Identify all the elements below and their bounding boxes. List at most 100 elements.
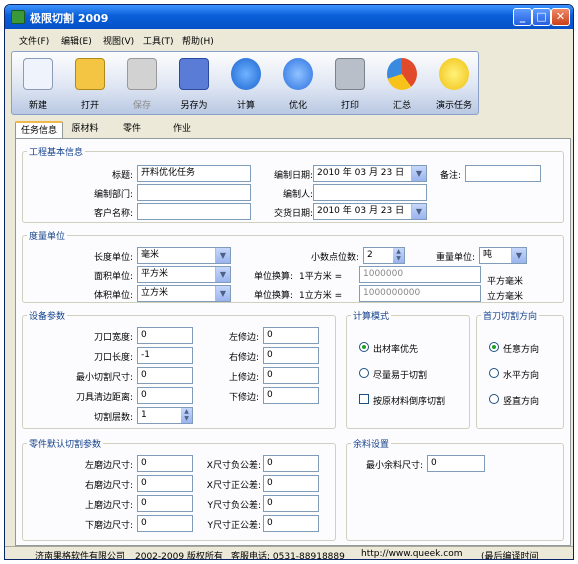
spin-arrows-icon: ▲ ▼ bbox=[181, 408, 192, 423]
volume-unit-select[interactable]: 立方米 ▼ bbox=[137, 285, 231, 302]
area-conversion-field: 1000000 bbox=[359, 266, 481, 283]
date-picker[interactable]: 2010 年 03 月 23 日 ▼ bbox=[313, 165, 427, 182]
save-as-button[interactable]: 另存为 bbox=[170, 56, 218, 114]
area-unit-select[interactable]: 平方米 ▼ bbox=[137, 266, 231, 283]
chevron-down-icon: ▼ bbox=[215, 286, 230, 301]
chevron-down-icon: ▼ bbox=[511, 248, 526, 263]
y-pos-tol-field[interactable]: 0 bbox=[263, 515, 319, 532]
client-field[interactable] bbox=[137, 203, 251, 220]
x-neg-tol-field[interactable]: 0 bbox=[263, 455, 319, 472]
cut-layers-stepper[interactable]: 1 ▲ ▼ bbox=[137, 407, 193, 424]
left-grind-label: 左磨边尺寸: bbox=[84, 461, 133, 471]
title-label: 标题: bbox=[111, 171, 133, 181]
new-file-icon bbox=[23, 58, 53, 90]
status-url[interactable]: http://www.queek.com bbox=[361, 549, 462, 559]
area-unit-label: 面积单位: bbox=[93, 272, 133, 282]
print-button[interactable]: 打印 bbox=[326, 56, 374, 114]
x-pos-tol-label: X尺寸正公差: bbox=[206, 481, 261, 491]
area-conversion-text: 1平方米 = bbox=[299, 272, 343, 282]
close-button[interactable]: ✕ bbox=[551, 8, 570, 26]
project-info-group: 工程基本信息 标题: 开料优化任务 编制日期: 2010 年 03 月 23 日… bbox=[22, 145, 564, 223]
left-grind-field[interactable]: 0 bbox=[137, 455, 193, 472]
open-folder-icon bbox=[75, 58, 105, 90]
length-unit-select[interactable]: 毫米 ▼ bbox=[137, 247, 231, 264]
save-button[interactable]: 保存 bbox=[118, 56, 166, 114]
menu-tools[interactable]: 工具(T) bbox=[143, 34, 174, 47]
left-trim-field[interactable]: 0 bbox=[263, 327, 319, 344]
decimals-label: 小数点位数: bbox=[310, 253, 359, 263]
title-field[interactable]: 开料优化任务 bbox=[137, 165, 251, 182]
yield-first-radio[interactable] bbox=[359, 342, 369, 352]
open-button[interactable]: 打开 bbox=[66, 56, 114, 114]
easy-cut-radio[interactable] bbox=[359, 368, 369, 378]
app-icon bbox=[11, 10, 25, 24]
vertical-label: 竖直方向 bbox=[503, 397, 540, 407]
printer-icon bbox=[335, 58, 365, 90]
kerf-length-label: 刀口长度: bbox=[93, 353, 133, 363]
dept-field[interactable] bbox=[137, 184, 251, 201]
bottom-trim-label: 下修边: bbox=[228, 393, 259, 403]
date-label: 编制日期: bbox=[273, 171, 313, 181]
calculate-button[interactable]: 计算 bbox=[222, 56, 270, 114]
tool-clearance-label: 刀具清边距离: bbox=[75, 393, 133, 403]
bottom-grind-field[interactable]: 0 bbox=[137, 515, 193, 532]
menu-view[interactable]: 视图(V) bbox=[103, 34, 134, 47]
tool-clearance-field[interactable]: 0 bbox=[137, 387, 193, 404]
author-field[interactable] bbox=[313, 184, 427, 201]
tab-jobs[interactable]: 作业 bbox=[167, 121, 197, 139]
tab-parts[interactable]: 零件 bbox=[117, 121, 147, 139]
bottom-trim-field[interactable]: 0 bbox=[263, 387, 319, 404]
any-direction-radio[interactable] bbox=[489, 342, 499, 352]
x-pos-tol-field[interactable]: 0 bbox=[263, 475, 319, 492]
decimals-stepper[interactable]: 2 ▲ ▼ bbox=[363, 247, 405, 264]
volume-unit-label: 体积单位: bbox=[93, 291, 133, 301]
top-grind-label: 上磨边尺寸: bbox=[84, 501, 133, 511]
tab-task-info[interactable]: 任务信息 bbox=[15, 121, 63, 139]
project-info-legend: 工程基本信息 bbox=[29, 148, 84, 158]
min-remnant-field[interactable]: 0 bbox=[427, 455, 485, 472]
min-cut-size-field[interactable]: 0 bbox=[137, 367, 193, 384]
y-pos-tol-label: Y尺寸正公差: bbox=[207, 521, 261, 531]
first-cut-direction-legend: 首刀切割方向 bbox=[483, 312, 538, 322]
any-direction-label: 任意方向 bbox=[503, 345, 540, 355]
vertical-radio[interactable] bbox=[489, 394, 499, 404]
top-grind-field[interactable]: 0 bbox=[137, 495, 193, 512]
y-neg-tol-label: Y尺寸负公差: bbox=[207, 501, 261, 511]
top-trim-field[interactable]: 0 bbox=[263, 367, 319, 384]
reverse-material-label: 按原材料倒序切割 bbox=[373, 397, 446, 407]
x-neg-tol-label: X尺寸负公差: bbox=[206, 461, 261, 471]
device-params-legend: 设备参数 bbox=[29, 312, 66, 322]
reverse-material-checkbox[interactable] bbox=[359, 394, 369, 404]
right-grind-field[interactable]: 0 bbox=[137, 475, 193, 492]
title-bar[interactable]: 极限切割 2009 _ □ ✕ bbox=[5, 5, 573, 29]
note-field[interactable] bbox=[465, 165, 541, 182]
delivery-date-picker[interactable]: 2010 年 03 月 23 日 ▼ bbox=[313, 203, 427, 220]
client-label: 客户名称: bbox=[93, 209, 133, 219]
units-group: 度量单位 长度单位: 毫米 ▼ 小数点位数: 2 ▲ ▼ 重量单位: 吨 ▼ 面积单位:… bbox=[22, 229, 564, 303]
minimize-button[interactable]: _ bbox=[513, 8, 532, 26]
volume-conversion-label: 单位换算: bbox=[253, 291, 293, 301]
area-conversion-unit: 平方毫米 bbox=[487, 277, 524, 287]
y-neg-tol-field[interactable]: 0 bbox=[263, 495, 319, 512]
weight-unit-select[interactable]: 吨 ▼ bbox=[479, 247, 527, 264]
demo-task-button[interactable]: 演示任务 bbox=[430, 56, 478, 114]
maximize-button[interactable]: □ bbox=[532, 8, 551, 26]
menu-bar: 文件(F) 编辑(E) 视图(V) 工具(T) 帮助(H) bbox=[5, 31, 573, 49]
volume-conversion-unit: 立方毫米 bbox=[487, 292, 524, 302]
kerf-length-field[interactable]: -1 bbox=[137, 347, 193, 364]
menu-edit[interactable]: 编辑(E) bbox=[61, 34, 92, 47]
yield-first-label: 出材率优先 bbox=[373, 345, 419, 355]
right-trim-field[interactable]: 0 bbox=[263, 347, 319, 364]
task-info-panel: 工程基本信息 标题: 开料优化任务 编制日期: 2010 年 03 月 23 日… bbox=[15, 138, 571, 546]
horizontal-radio[interactable] bbox=[489, 368, 499, 378]
app-window: 极限切割 2009 _ □ ✕ 文件(F) 编辑(E) 视图(V) 工具(T) … bbox=[4, 4, 574, 560]
new-button[interactable]: 新建 bbox=[14, 56, 62, 114]
summary-button[interactable]: 汇总 bbox=[378, 56, 426, 114]
optimize-button[interactable]: 优化 bbox=[274, 56, 322, 114]
top-trim-label: 上修边: bbox=[228, 373, 259, 383]
menu-help[interactable]: 帮助(H) bbox=[182, 34, 214, 47]
volume-conversion-text: 1立方米 = bbox=[299, 291, 343, 301]
menu-file[interactable]: 文件(F) bbox=[19, 34, 49, 47]
tab-materials[interactable]: 原材料 bbox=[67, 121, 103, 139]
kerf-width-field[interactable]: 0 bbox=[137, 327, 193, 344]
